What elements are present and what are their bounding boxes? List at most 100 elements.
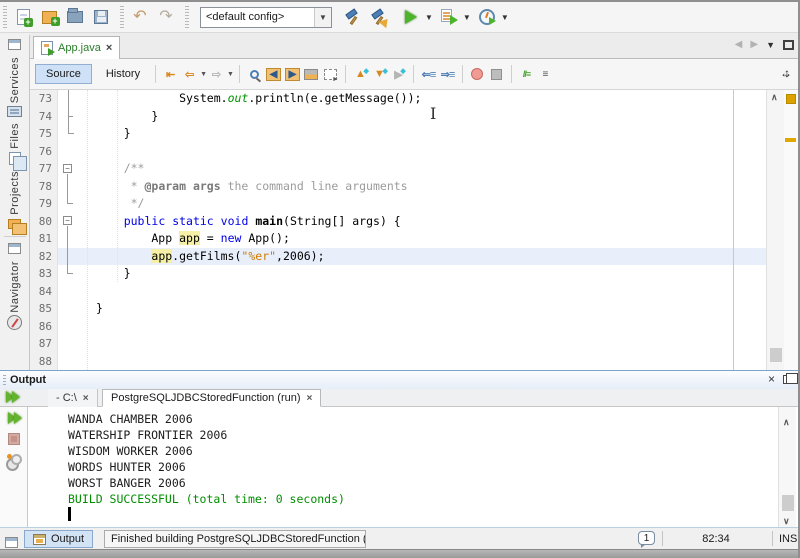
code-line-88[interactable]: 88 (30, 353, 766, 371)
editor-scrollbar[interactable]: ∧ (766, 90, 784, 370)
back-dropdown-icon[interactable]: ▼ (200, 71, 207, 78)
run-project-button[interactable] (398, 4, 424, 30)
code-line-83[interactable]: 83 } (30, 265, 766, 283)
uncomment-button[interactable]: ≡ (536, 65, 555, 83)
scrollbar-up-icon[interactable]: ∧ (771, 92, 778, 103)
find-selection-button[interactable] (245, 65, 264, 83)
ant-settings-icon[interactable] (6, 454, 22, 468)
dock-window-icon[interactable] (8, 39, 21, 50)
toolbar-grip[interactable] (120, 6, 124, 28)
code-line-86[interactable]: 86 (30, 318, 766, 336)
warning-status-icon[interactable] (786, 94, 796, 104)
code-line-80[interactable]: 80 public static void main(String[] args… (30, 213, 766, 231)
output-header[interactable]: Output × (0, 371, 798, 389)
stop-macro-button[interactable] (487, 65, 506, 83)
output-tab-close-icon[interactable]: × (83, 393, 89, 404)
code-editor[interactable]: 73 System.out.println(e.getMessage());74… (30, 90, 766, 370)
warning-mark[interactable] (785, 138, 796, 142)
output-tab-close-icon[interactable]: × (307, 393, 313, 404)
sidebar-item-services[interactable]: Services (7, 57, 22, 117)
comment-button[interactable]: //≡ (517, 65, 536, 83)
code-line-74[interactable]: 74 } (30, 108, 766, 126)
fold-collapse-icon[interactable]: − (63, 216, 72, 225)
rectangular-selection-button[interactable] (321, 65, 340, 83)
build-project-button[interactable] (340, 4, 366, 30)
code-line-82[interactable]: 82 app.getFilms("%er",2006); (30, 248, 766, 266)
output-console[interactable]: WANDA CHAMBER 2006WATERSHIP FRONTIER 200… (28, 407, 778, 528)
code-line-73[interactable]: 73 System.out.println(e.getMessage()); (30, 90, 766, 108)
run-dropdown-icon[interactable]: ▼ (425, 13, 433, 22)
profile-project-button[interactable] (474, 4, 500, 30)
code-line-78[interactable]: 78 * @param args the command line argume… (30, 178, 766, 196)
split-document-icon[interactable] (780, 66, 794, 80)
rerun-build-icon[interactable] (8, 412, 20, 424)
dock-window-icon[interactable] (5, 537, 18, 548)
config-select[interactable]: <default config> ▼ (200, 7, 332, 28)
new-file-button[interactable]: + (10, 4, 36, 30)
dock-window-icon[interactable] (8, 243, 21, 254)
code-line-81[interactable]: 81 App app = new App(); (30, 230, 766, 248)
netbeans-ide-window: + + ↶ ↷ <default config> ▼ ▼ (0, 0, 800, 558)
scroll-tabs-right-icon[interactable]: ▶ (750, 39, 758, 50)
find-next-button[interactable]: ▶ (283, 65, 302, 83)
last-edit-button[interactable]: ⇤ (161, 65, 180, 83)
source-view-button[interactable]: Source (35, 64, 92, 84)
scroll-tabs-left-icon[interactable]: ◀ (735, 39, 743, 50)
notifications-icon[interactable]: 1 (638, 531, 655, 545)
back-button[interactable]: ⇦ (180, 65, 199, 83)
sidebar-label-projects: Projects (9, 171, 21, 215)
maximize-window-icon[interactable] (783, 40, 794, 50)
clean-build-project-button[interactable] (366, 4, 392, 30)
undo-button[interactable]: ↶ (127, 4, 153, 30)
new-project-button[interactable]: + (36, 4, 62, 30)
sidebar-item-navigator[interactable]: Navigator (7, 261, 22, 331)
tab-app-java[interactable]: App.java × (33, 36, 120, 59)
shift-left-button[interactable]: ⇐≡ (419, 65, 438, 83)
code-line-75[interactable]: 75 } (30, 125, 766, 143)
output-close-icon[interactable]: × (768, 373, 775, 385)
save-all-button[interactable] (88, 4, 114, 30)
output-tab-run[interactable]: PostgreSQLJDBCStoredFunction (run) × (102, 389, 321, 407)
combo-dropdown-icon[interactable]: ▼ (314, 8, 331, 27)
toggle-bookmark-button[interactable]: ▶◆ (389, 65, 408, 83)
code-line-76[interactable]: 76 (30, 143, 766, 161)
debug-project-button[interactable] (436, 4, 462, 30)
scrollbar-thumb[interactable] (770, 348, 782, 362)
code-line-84[interactable]: 84 (30, 283, 766, 301)
output-float-icon[interactable] (783, 375, 793, 384)
shift-right-button[interactable]: ⇒≡ (438, 65, 457, 83)
debug-dropdown-icon[interactable]: ▼ (463, 13, 471, 22)
fold-collapse-icon[interactable]: − (63, 164, 72, 173)
new-file-icon: + (17, 9, 30, 25)
code-line-87[interactable]: 87 (30, 335, 766, 353)
toolbar-grip[interactable] (3, 6, 7, 28)
scrollbar-down-icon[interactable]: ∨ (783, 516, 790, 527)
previous-bookmark-button[interactable]: ▲◆ (351, 65, 370, 83)
output-scrollbar[interactable]: ∧ ∨ (778, 407, 796, 528)
scrollbar-thumb[interactable] (782, 495, 794, 511)
find-previous-button[interactable]: ◀ (264, 65, 283, 83)
toolbar-grip[interactable] (185, 6, 189, 28)
output-tab-c-drive[interactable]: - C:\ × (48, 389, 98, 407)
code-line-79[interactable]: 79 */ (30, 195, 766, 213)
output-window-button[interactable]: Output (24, 530, 93, 548)
next-bookmark-button[interactable]: ▼◆ (370, 65, 389, 83)
sidebar-item-projects[interactable]: Projects (8, 171, 21, 229)
code-line-77[interactable]: 77 /** (30, 160, 766, 178)
code-line-85[interactable]: 85} (30, 300, 766, 318)
history-view-button[interactable]: History (96, 65, 150, 83)
tab-close-icon[interactable]: × (106, 43, 112, 53)
open-project-button[interactable] (62, 4, 88, 30)
tab-list-dropdown-icon[interactable]: ▼ (766, 40, 775, 50)
scrollbar-up-icon[interactable]: ∧ (783, 417, 790, 428)
rerun-icon[interactable] (6, 391, 18, 403)
forward-button[interactable]: ⇨ (207, 65, 226, 83)
profile-dropdown-icon[interactable]: ▼ (501, 13, 509, 22)
redo-button[interactable]: ↷ (153, 4, 179, 30)
forward-dropdown-icon[interactable]: ▼ (227, 71, 234, 78)
toggle-highlight-button[interactable] (302, 65, 321, 83)
stop-build-icon[interactable] (8, 433, 20, 445)
output-header-grip[interactable] (3, 375, 6, 385)
start-macro-button[interactable] (468, 65, 487, 83)
sidebar-item-files[interactable]: Files (9, 123, 21, 165)
